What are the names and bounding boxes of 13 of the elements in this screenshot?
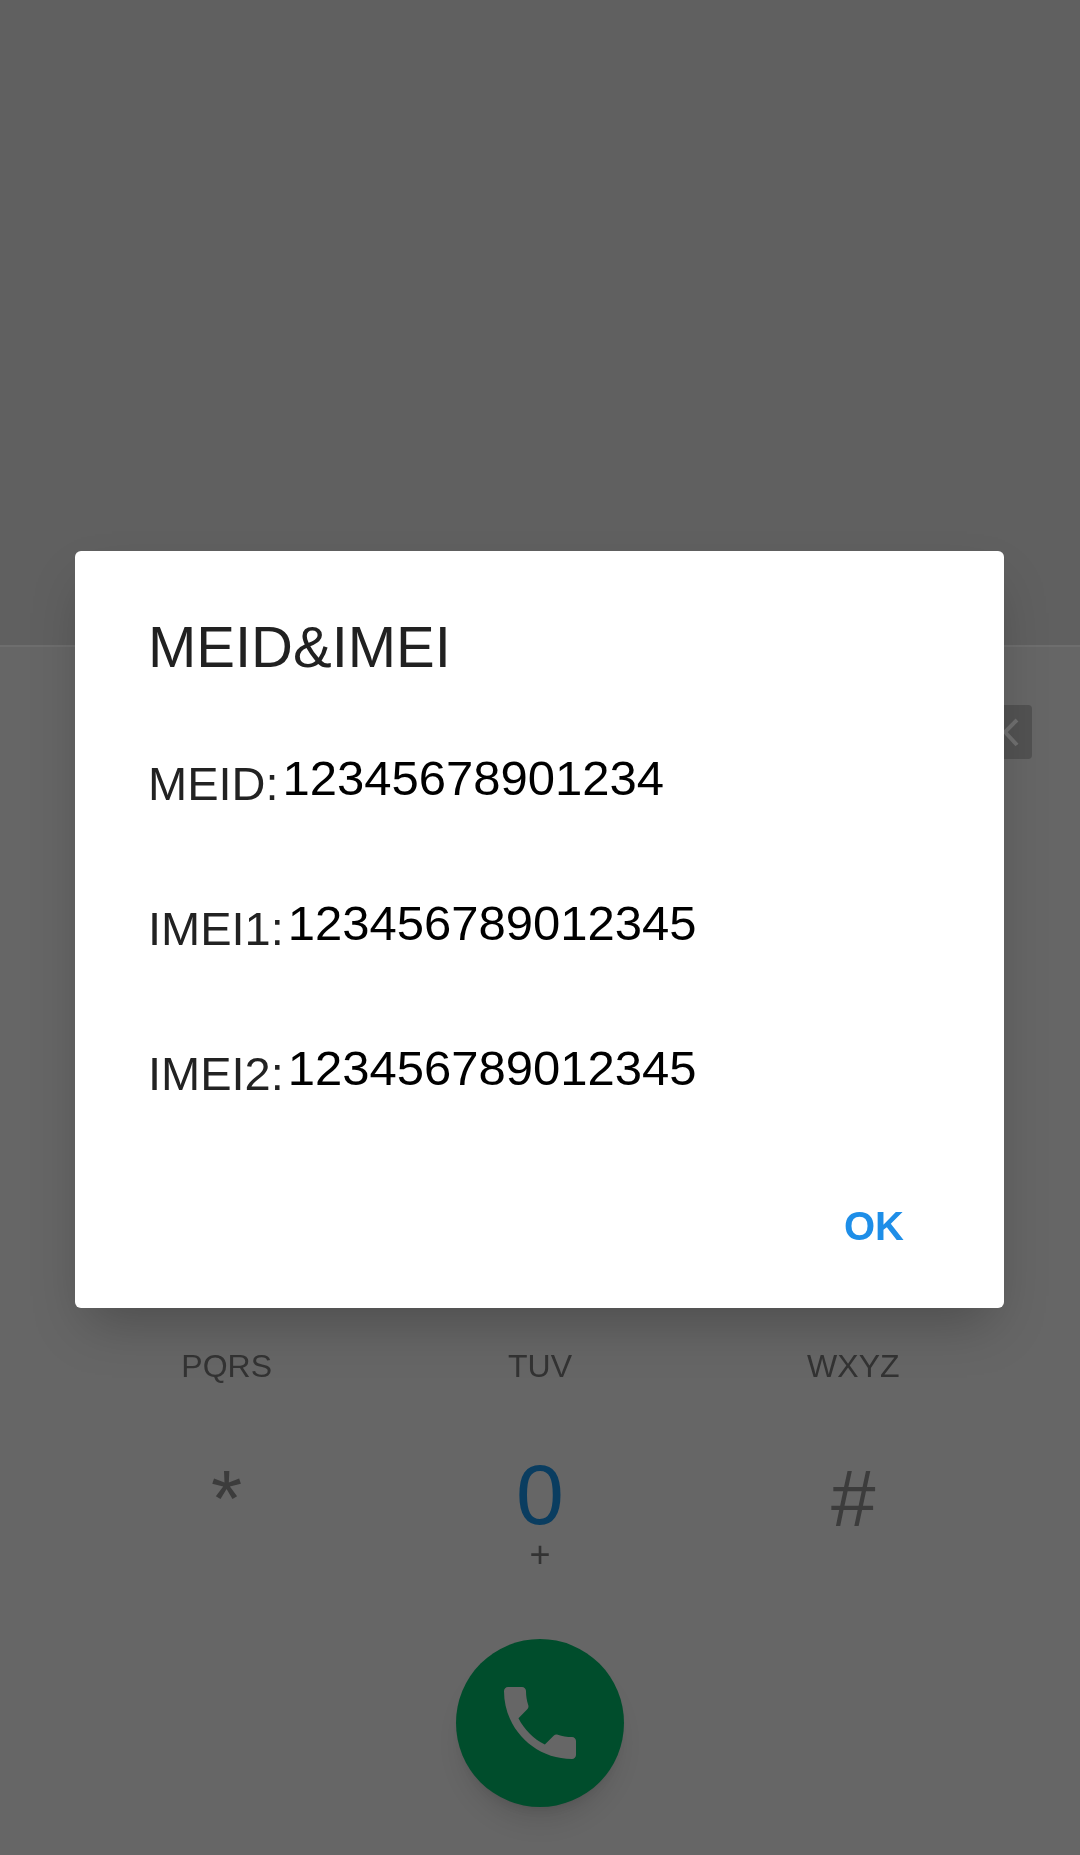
info-value: 123456789012345	[287, 1044, 697, 1093]
info-value: 12345678901234	[282, 754, 665, 803]
info-value: 123456789012345	[287, 899, 697, 948]
ok-button[interactable]: OK	[828, 1194, 920, 1258]
phone-icon	[504, 1687, 576, 1759]
keypad-key[interactable]: *	[211, 1459, 243, 1539]
keypad-key[interactable]: #	[831, 1459, 876, 1539]
dialog-title: MEID&IMEI	[148, 618, 451, 676]
info-label: IMEI1:	[148, 905, 284, 952]
backspace-icon[interactable]	[1004, 705, 1032, 759]
keypad-key[interactable]: 0 +	[516, 1451, 564, 1573]
info-label: IMEI2:	[148, 1050, 284, 1097]
info-label: MEID:	[148, 760, 279, 807]
